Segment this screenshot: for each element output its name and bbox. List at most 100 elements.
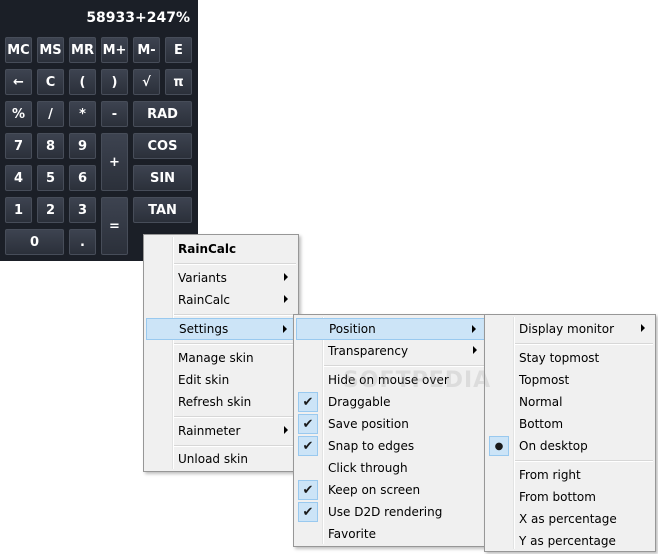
menu-separator	[324, 365, 485, 367]
menu-item-edit-skin[interactable]: Edit skin	[146, 369, 296, 391]
rad-key[interactable]: RAD	[133, 101, 192, 127]
clear-key[interactable]: C	[37, 69, 64, 95]
seven-key[interactable]: 7	[5, 133, 32, 159]
mr-key[interactable]: MR	[69, 37, 96, 63]
menu-item-label: Unload skin	[178, 452, 248, 466]
menu-separator	[174, 314, 296, 316]
menu-item-label: Edit skin	[178, 373, 230, 387]
menu-item-favorite[interactable]: Favorite	[296, 523, 485, 545]
menu-item-unload-skin[interactable]: Unload skin	[146, 448, 296, 470]
e-key[interactable]: E	[165, 37, 192, 63]
submenu-arrow-icon	[284, 295, 288, 303]
menu-item-label: Use D2D rendering	[328, 505, 443, 519]
equals-key[interactable]: =	[101, 197, 128, 255]
submenu-arrow-icon	[641, 324, 645, 332]
menu-item-label: Variants	[178, 271, 227, 285]
pi-key[interactable]: π	[165, 69, 192, 95]
menu-separator	[174, 343, 296, 345]
sin-key[interactable]: SIN	[133, 165, 192, 191]
menu-item-transparency[interactable]: Transparency	[296, 340, 485, 362]
m-minus-key[interactable]: M-	[133, 37, 160, 63]
mc-key[interactable]: MC	[5, 37, 32, 63]
menu-item-refresh-skin[interactable]: Refresh skin	[146, 391, 296, 413]
menu-item-raincalc[interactable]: RainCalc	[146, 289, 296, 311]
sqrt-key[interactable]: √	[133, 69, 160, 95]
percent-key[interactable]: %	[5, 101, 32, 127]
submenu-arrow-icon	[284, 426, 288, 434]
menu-item-snap-to-edges[interactable]: ✔ Snap to edges	[296, 435, 485, 457]
backspace-key[interactable]: ←	[5, 69, 32, 95]
one-key[interactable]: 1	[5, 197, 32, 223]
right-paren-key[interactable]: )	[101, 69, 128, 95]
six-key[interactable]: 6	[69, 165, 96, 191]
menu-item-label: Settings	[179, 322, 229, 336]
menu-item-settings[interactable]: Settings	[146, 318, 296, 340]
eight-key[interactable]: 8	[37, 133, 64, 159]
three-key[interactable]: 3	[69, 197, 96, 223]
menu-item-label: Keep on screen	[328, 483, 421, 497]
m-plus-key[interactable]: M+	[101, 37, 128, 63]
menu-item-position[interactable]: Position	[296, 318, 485, 340]
menu-item-from-bottom[interactable]: From bottom	[487, 486, 653, 508]
menu-title-raincalc[interactable]: RainCalc	[146, 238, 296, 260]
two-key[interactable]: 2	[37, 197, 64, 223]
nine-key[interactable]: 9	[69, 133, 96, 159]
menu-item-label: X as percentage	[519, 512, 617, 526]
menu-separator	[174, 416, 296, 418]
menu-item-label: Manage skin	[178, 351, 254, 365]
minus-key[interactable]: -	[101, 101, 128, 127]
menu-item-save-position[interactable]: ✔ Save position	[296, 413, 485, 435]
cos-key[interactable]: COS	[133, 133, 192, 159]
menu-item-label: On desktop	[519, 439, 588, 453]
menu-item-hide-on-mouse-over[interactable]: Hide on mouse over	[296, 369, 485, 391]
menu-item-label: Bottom	[519, 417, 564, 431]
menu-item-click-through[interactable]: Click through	[296, 457, 485, 479]
five-key[interactable]: 5	[37, 165, 64, 191]
menu-item-label: Snap to edges	[328, 439, 415, 453]
divide-key[interactable]: /	[37, 101, 64, 127]
menu-item-label: Draggable	[328, 395, 391, 409]
decimal-key[interactable]: .	[69, 229, 96, 255]
left-paren-key[interactable]: (	[69, 69, 96, 95]
checkmark-icon: ✔	[298, 502, 318, 522]
menu-item-on-desktop[interactable]: ● On desktop	[487, 435, 653, 457]
menu-item-keep-on-screen[interactable]: ✔ Keep on screen	[296, 479, 485, 501]
checkmark-icon: ✔	[298, 436, 318, 456]
tan-key[interactable]: TAN	[133, 197, 192, 223]
submenu-arrow-icon	[284, 273, 288, 281]
calculator-display: 58933+247%	[86, 10, 190, 26]
menu-item-draggable[interactable]: ✔ Draggable	[296, 391, 485, 413]
skin-context-menu: RainCalc Variants RainCalc Settings Mana…	[143, 234, 299, 472]
menu-item-stay-topmost[interactable]: Stay topmost	[487, 347, 653, 369]
ms-key[interactable]: MS	[37, 37, 64, 63]
menu-item-label: Position	[329, 322, 376, 336]
four-key[interactable]: 4	[5, 165, 32, 191]
menu-item-label: Y as percentage	[519, 534, 616, 548]
menu-item-label: Rainmeter	[178, 424, 241, 438]
zero-key[interactable]: 0	[5, 229, 64, 255]
multiply-key[interactable]: *	[69, 101, 96, 127]
menu-item-rainmeter[interactable]: Rainmeter	[146, 420, 296, 442]
menu-item-manage-skin[interactable]: Manage skin	[146, 347, 296, 369]
menu-separator	[174, 263, 296, 265]
plus-key[interactable]: +	[101, 133, 128, 191]
menu-item-x-as-percentage[interactable]: X as percentage	[487, 508, 653, 530]
menu-item-label: Stay topmost	[519, 351, 600, 365]
radio-dot-icon: ●	[489, 436, 509, 456]
checkmark-icon: ✔	[298, 414, 318, 434]
menu-separator	[515, 343, 653, 345]
checkmark-icon: ✔	[298, 480, 318, 500]
menu-item-display-monitor[interactable]: Display monitor	[487, 318, 653, 340]
menu-item-topmost[interactable]: Topmost	[487, 369, 653, 391]
raincalc-skin: 58933+247% MC MS MR M+ M- E ← C ( ) √ π …	[0, 0, 198, 261]
menu-item-normal[interactable]: Normal	[487, 391, 653, 413]
menu-item-y-as-percentage[interactable]: Y as percentage	[487, 530, 653, 552]
menu-title-label: RainCalc	[178, 242, 237, 256]
menu-item-variants[interactable]: Variants	[146, 267, 296, 289]
menu-item-from-right[interactable]: From right	[487, 464, 653, 486]
menu-item-label: Save position	[328, 417, 409, 431]
menu-item-label: Transparency	[328, 344, 409, 358]
menu-item-bottom[interactable]: Bottom	[487, 413, 653, 435]
menu-item-use-d2d-rendering[interactable]: ✔ Use D2D rendering	[296, 501, 485, 523]
menu-item-label: From bottom	[519, 490, 596, 504]
